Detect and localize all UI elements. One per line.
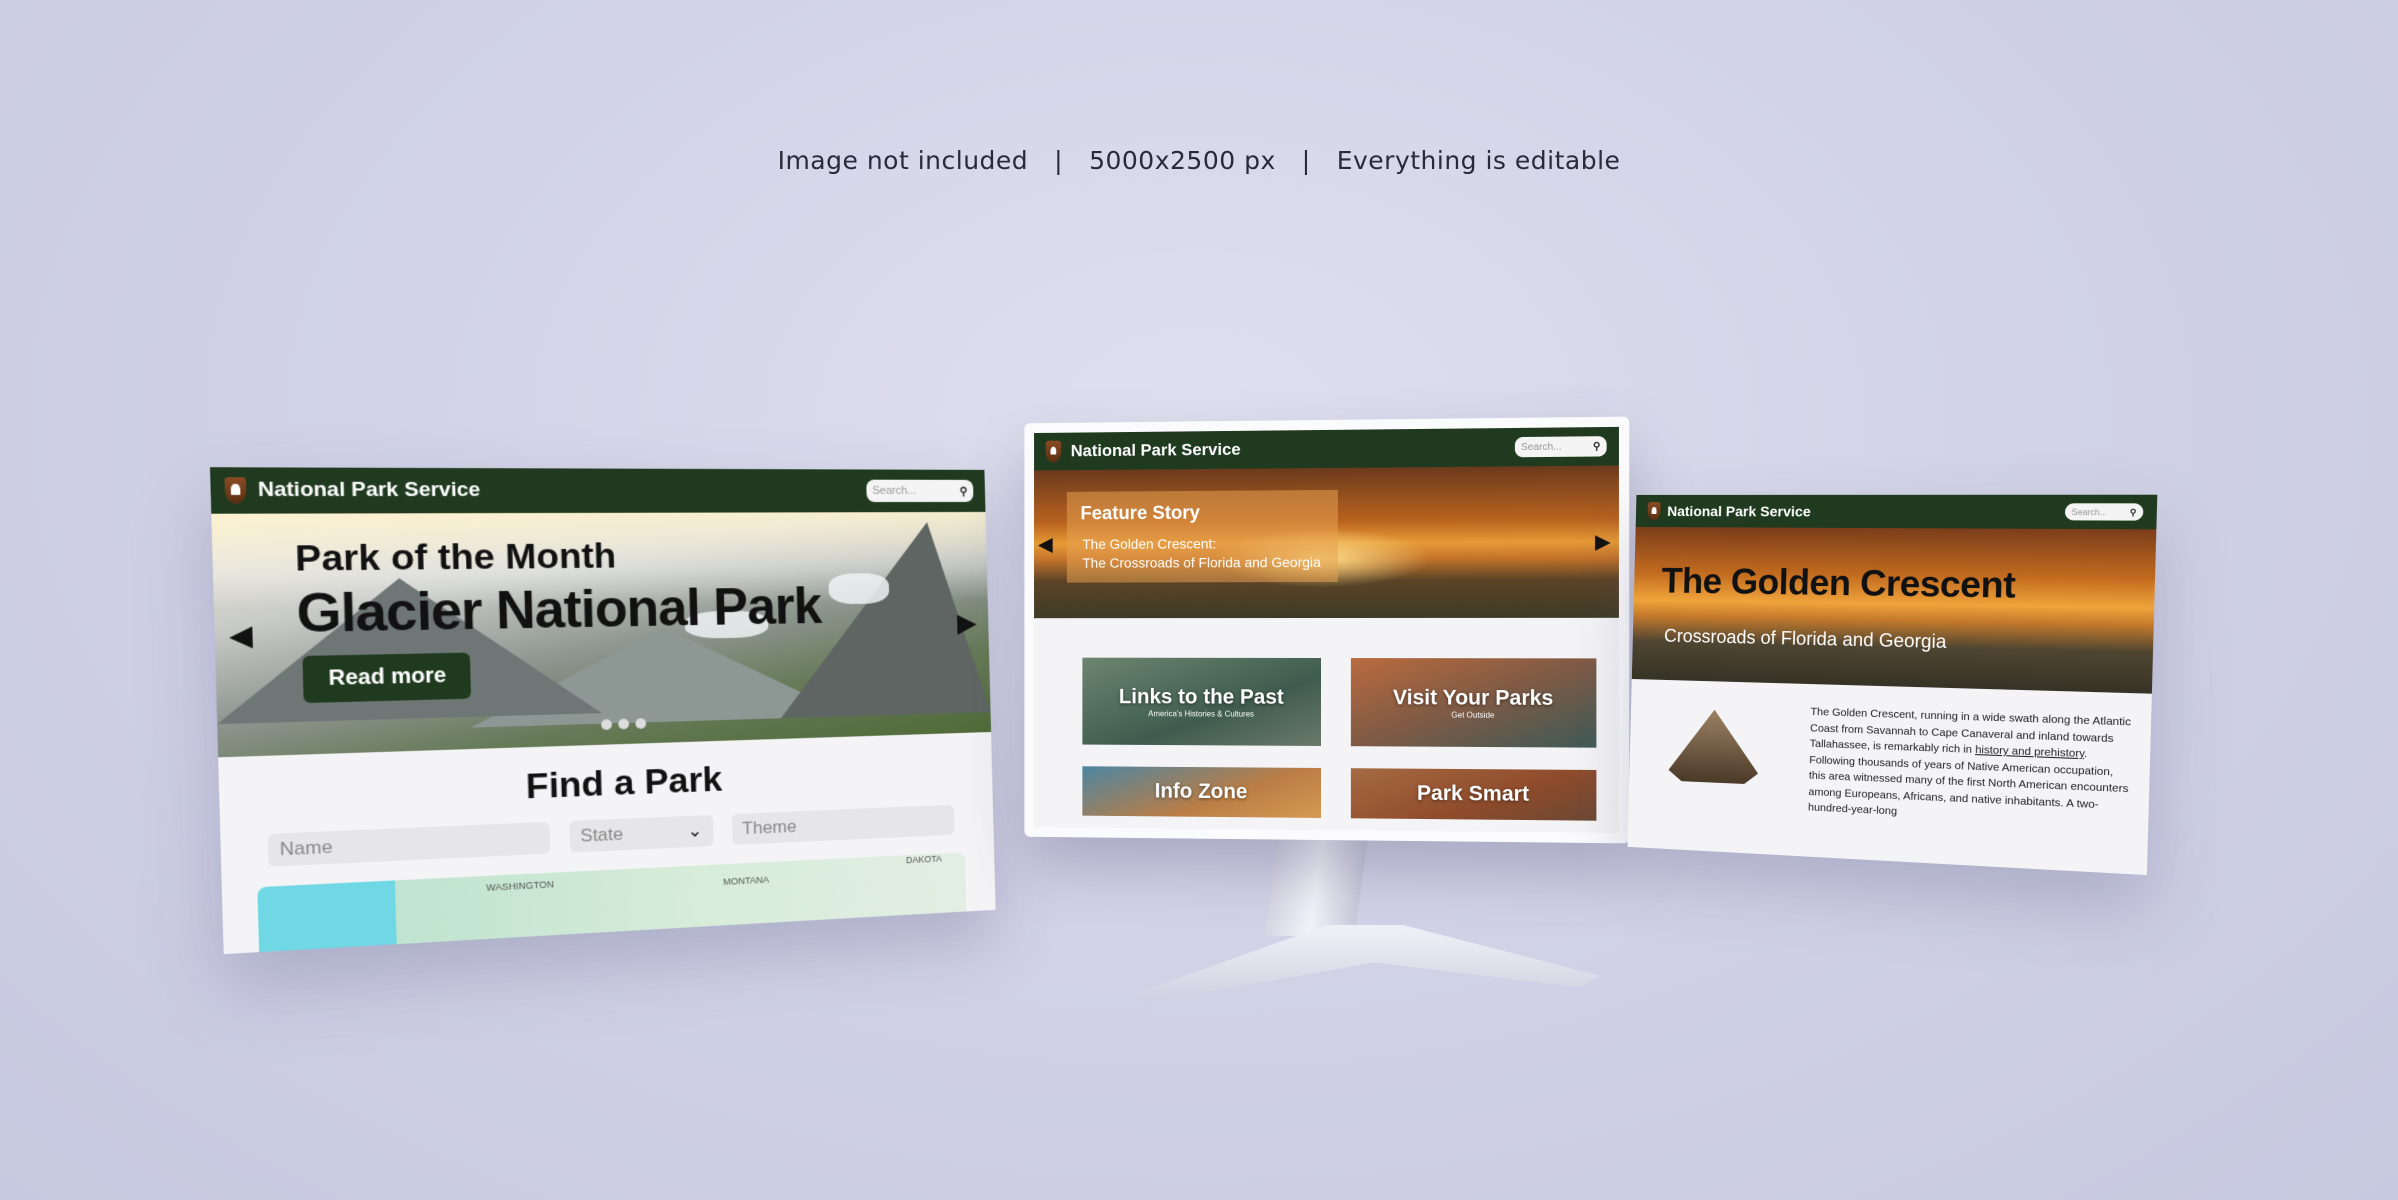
carousel-prev-arrow-icon[interactable]: ◀ bbox=[1038, 532, 1053, 557]
carousel-dot[interactable] bbox=[618, 718, 630, 730]
state-select[interactable]: State ⌄ bbox=[569, 814, 714, 853]
card-title: Links to the Past bbox=[1118, 684, 1284, 709]
chevron-down-icon: ⌄ bbox=[687, 820, 703, 841]
site-title[interactable]: National Park Service bbox=[1071, 440, 1241, 461]
feature-story-subtitle: The Golden Crescent: The Crossroads of F… bbox=[1082, 534, 1320, 573]
search-icon[interactable]: ⚲ bbox=[1593, 441, 1601, 452]
search-input[interactable]: Search... ⚲ bbox=[866, 479, 974, 503]
carousel-next-arrow-icon[interactable]: ▶ bbox=[1595, 529, 1611, 554]
search-placeholder: Search... bbox=[2071, 507, 2108, 517]
park-map[interactable]: WASHINGTON MONTANA DAKOTA bbox=[257, 852, 968, 955]
carousel-dots bbox=[601, 718, 647, 731]
left-screen-park-of-month: National Park Service Search... ⚲ Park o… bbox=[209, 467, 996, 955]
feature-story-box[interactable]: Feature Story The Golden Crescent: The C… bbox=[1066, 489, 1338, 583]
feature-story-banner: Feature Story The Golden Crescent: The C… bbox=[1034, 465, 1619, 619]
feature-cards-grid: Links to the Past America's Histories & … bbox=[1034, 618, 1619, 821]
hero-headline: Glacier National Park bbox=[295, 576, 822, 645]
carousel-next-arrow-icon[interactable]: ▶ bbox=[957, 607, 977, 638]
search-input[interactable]: Search... ⚲ bbox=[2064, 503, 2144, 521]
search-placeholder: Search... bbox=[1520, 441, 1562, 453]
park-name-placeholder: Name bbox=[279, 836, 333, 860]
theme-input[interactable]: Theme bbox=[731, 804, 955, 846]
snow-patch bbox=[828, 573, 890, 605]
center-screen-feature: National Park Service Search... ⚲ Featur… bbox=[1034, 426, 1619, 834]
card-title: Info Zone bbox=[1154, 779, 1248, 804]
site-header: National Park Service Search... ⚲ bbox=[1635, 494, 2158, 530]
card-visit-your-parks[interactable]: Visit Your Parks Get Outside bbox=[1350, 658, 1597, 748]
center-monitor: National Park Service Search... ⚲ Featur… bbox=[1024, 416, 1630, 844]
card-subtitle: America's Histories & Cultures bbox=[1148, 708, 1255, 719]
carousel-dot[interactable] bbox=[635, 718, 647, 729]
caption-resolution: 5000x2500 px bbox=[1089, 146, 1276, 175]
site-title[interactable]: National Park Service bbox=[258, 478, 481, 502]
carousel-dot[interactable] bbox=[601, 719, 613, 731]
site-header: National Park Service Search... ⚲ bbox=[209, 467, 986, 514]
caption-editable-note: Everything is editable bbox=[1336, 146, 1621, 175]
park-name-input[interactable]: Name bbox=[267, 821, 551, 867]
feature-story-title: Feature Story bbox=[1080, 502, 1200, 525]
article-body: The Golden Crescent, running in a wide s… bbox=[1629, 679, 2152, 832]
card-subtitle: Get Outside bbox=[1451, 710, 1495, 720]
carousel-prev-arrow-icon[interactable]: ◀ bbox=[228, 618, 253, 653]
card-title: Visit Your Parks bbox=[1392, 685, 1554, 710]
hero-banner-glacier: Park of the Month Glacier National Park … bbox=[211, 511, 992, 758]
map-label-dakota: DAKOTA bbox=[905, 853, 942, 866]
card-info-zone[interactable]: Info Zone bbox=[1082, 766, 1322, 818]
card-title: Park Smart bbox=[1416, 781, 1530, 806]
search-input[interactable]: Search... ⚲ bbox=[1514, 436, 1607, 458]
nps-arrowhead-logo[interactable] bbox=[1045, 440, 1062, 463]
feature-line-2: The Crossroads of Florida and Georgia bbox=[1082, 554, 1321, 571]
search-icon[interactable]: ⚲ bbox=[2130, 507, 2137, 517]
feature-line-1: The Golden Crescent: bbox=[1082, 535, 1217, 552]
promo-caption: Image not included | 5000x2500 px | Everythi… bbox=[0, 146, 2398, 175]
history-prehistory-link[interactable]: history and prehistory bbox=[1975, 743, 2084, 760]
article-subtitle: Crossroads of Florida and Georgia bbox=[1663, 625, 1947, 653]
article-title: The Golden Crescent bbox=[1661, 561, 2016, 607]
theme-placeholder: Theme bbox=[741, 816, 797, 839]
state-select-value: State bbox=[580, 823, 624, 846]
caption-image-note: Image not included bbox=[777, 146, 1029, 175]
nps-arrowhead-logo[interactable] bbox=[1647, 501, 1661, 521]
golden-crescent-banner: The Golden Crescent Crossroads of Florid… bbox=[1631, 526, 2157, 694]
hero-kicker: Park of the Month bbox=[294, 535, 617, 580]
nps-arrowhead-logo[interactable] bbox=[224, 477, 247, 504]
map-label-washington: WASHINGTON bbox=[486, 878, 555, 894]
monitor-stand-neck bbox=[1264, 826, 1370, 936]
right-screen-golden-crescent: National Park Service Search... ⚲ The Go… bbox=[1627, 494, 2158, 876]
search-icon[interactable]: ⚲ bbox=[959, 484, 967, 497]
caption-separator: | bbox=[1301, 146, 1311, 175]
map-label-montana: MONTANA bbox=[722, 874, 770, 888]
article-text: The Golden Crescent, running in a wide s… bbox=[1808, 705, 2133, 832]
site-title[interactable]: National Park Service bbox=[1667, 503, 1811, 520]
search-placeholder: Search... bbox=[872, 484, 917, 497]
caption-separator: | bbox=[1054, 146, 1064, 175]
site-header: National Park Service Search... ⚲ bbox=[1034, 426, 1619, 471]
artifact-image bbox=[1668, 708, 1759, 784]
monitor-stand-base bbox=[1130, 925, 1600, 1003]
card-links-to-the-past[interactable]: Links to the Past America's Histories & … bbox=[1082, 657, 1322, 746]
read-more-button[interactable]: Read more bbox=[302, 652, 472, 704]
card-park-smart[interactable]: Park Smart bbox=[1350, 768, 1597, 821]
